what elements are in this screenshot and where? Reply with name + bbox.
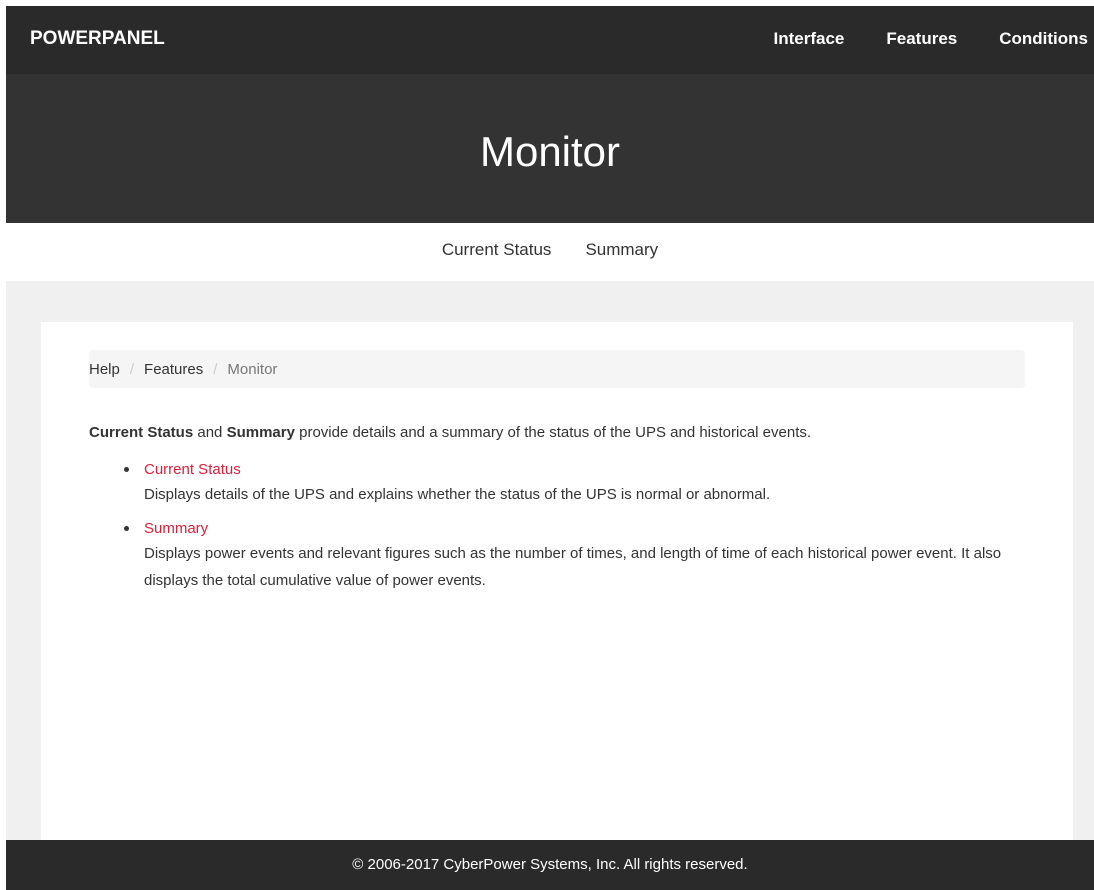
top-navbar: POWERPANEL Interface Features Conditions bbox=[6, 6, 1094, 74]
bullet-icon bbox=[124, 467, 129, 472]
breadcrumb-current: Monitor bbox=[227, 360, 278, 378]
subnav-summary[interactable]: Summary bbox=[585, 240, 658, 264]
intro-term-summary: Summary bbox=[226, 424, 295, 441]
sub-nav: Current Status Summary bbox=[6, 223, 1094, 281]
nav-interface[interactable]: Interface bbox=[773, 29, 844, 49]
page-header: Monitor bbox=[6, 74, 1094, 223]
main-nav: Interface Features Conditions bbox=[731, 29, 1088, 49]
intro-rest: provide details and a summary of the sta… bbox=[294, 424, 812, 441]
nav-conditions[interactable]: Conditions bbox=[999, 29, 1088, 49]
bullet-icon bbox=[124, 526, 129, 531]
section-description: Displays details of the UPS and explains… bbox=[144, 486, 771, 503]
list-item: Current Status Displays details of the U… bbox=[123, 459, 1033, 508]
breadcrumb-separator: / bbox=[129, 360, 135, 378]
content-card: Help / Features / Monitor Current Status… bbox=[41, 322, 1073, 840]
intro-term-current-status: Current Status bbox=[89, 424, 194, 441]
link-current-status[interactable]: Current Status bbox=[144, 459, 1033, 481]
link-summary[interactable]: Summary bbox=[144, 518, 1033, 540]
breadcrumb: Help / Features / Monitor bbox=[89, 350, 1025, 388]
breadcrumb-help[interactable]: Help bbox=[89, 361, 120, 378]
intro-paragraph: Current Status and Summary provide detai… bbox=[89, 422, 1049, 444]
section-description: Displays power events and relevant figur… bbox=[144, 545, 1002, 589]
list-item: Summary Displays power events and releva… bbox=[123, 518, 1033, 594]
brand-logo[interactable]: POWERPANEL bbox=[30, 28, 165, 50]
section-list: Current Status Displays details of the U… bbox=[123, 459, 1033, 604]
subnav-current-status[interactable]: Current Status bbox=[442, 240, 552, 264]
footer: © 2006-2017 CyberPower Systems, Inc. All… bbox=[6, 840, 1094, 890]
breadcrumb-separator: / bbox=[213, 360, 218, 378]
page: POWERPANEL Interface Features Conditions… bbox=[0, 0, 1094, 890]
nav-features[interactable]: Features bbox=[886, 29, 957, 49]
intro-and: and bbox=[193, 424, 227, 441]
breadcrumb-features[interactable]: Features bbox=[144, 361, 203, 378]
page-title: Monitor bbox=[479, 128, 621, 175]
footer-copyright: © 2006-2017 CyberPower Systems, Inc. All… bbox=[352, 856, 748, 873]
